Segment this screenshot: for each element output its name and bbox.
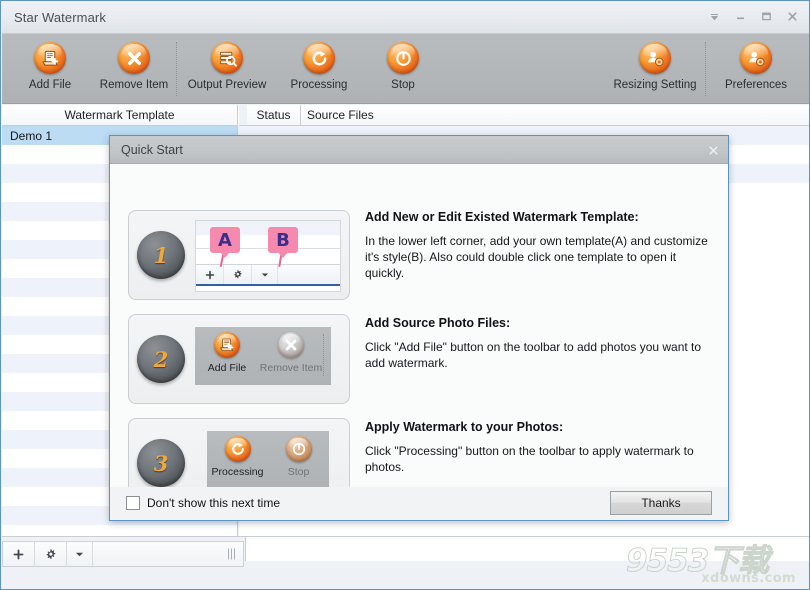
toolbar-button-preferences[interactable]: Preferences xyxy=(706,34,806,102)
stop-icon xyxy=(286,436,312,462)
output-preview-icon xyxy=(211,42,243,74)
minimize-icon[interactable] xyxy=(728,5,752,27)
illustration-stop-button: Stop xyxy=(268,436,329,488)
toolbar-button-processing[interactable]: Processing xyxy=(277,34,361,102)
illustration-filler xyxy=(278,265,340,284)
toolbar-button-stop[interactable]: Stop xyxy=(361,34,445,102)
remove-item-icon xyxy=(118,42,150,74)
toolbar-left-group: Add File Remove Item xyxy=(8,34,445,104)
dialog-titlebar[interactable]: Quick Start xyxy=(110,136,728,164)
column-header-source-files[interactable]: Source Files xyxy=(301,105,810,126)
step-heading: Add New or Edit Existed Watermark Templa… xyxy=(365,210,715,224)
illustration-add-icon xyxy=(196,265,224,284)
add-file-icon xyxy=(214,332,240,358)
illustration-add-file-button: Add File xyxy=(195,332,259,384)
step-number-badge: 1 xyxy=(137,231,185,279)
thanks-button[interactable]: Thanks xyxy=(610,491,712,515)
dont-show-checkbox[interactable] xyxy=(126,496,140,510)
column-header-status[interactable]: Status xyxy=(247,105,301,126)
dialog-title: Quick Start xyxy=(121,143,183,157)
step-2-illustration: Add File Remove Item xyxy=(195,327,331,385)
template-dropdown-button[interactable] xyxy=(67,542,93,566)
quick-start-step-1: 1 xyxy=(128,210,350,300)
illustration-remove-item-button: Remove Item xyxy=(259,332,323,384)
quick-start-dialog: Quick Start 1 xyxy=(109,135,729,521)
step-3-illustration: Processing Stop xyxy=(207,431,329,489)
illustration-chevron-down-icon xyxy=(252,265,278,284)
maximize-icon[interactable] xyxy=(754,5,778,27)
remove-item-icon xyxy=(278,332,304,358)
illustration-label: Stop xyxy=(288,466,310,478)
add-file-icon xyxy=(34,42,66,74)
illustration-label: Processing xyxy=(212,466,264,478)
toolbar-label: Remove Item xyxy=(100,79,168,91)
app-title: Star Watermark xyxy=(14,10,106,25)
close-icon[interactable] xyxy=(780,5,804,27)
app-window: Star Watermark xyxy=(0,0,810,590)
processing-icon xyxy=(225,436,251,462)
dialog-footer: Don't show this next time Thanks xyxy=(110,487,728,520)
toolbar-button-add-file[interactable]: Add File xyxy=(8,34,92,102)
toolbar-button-resizing-setting[interactable]: Resizing Setting xyxy=(605,34,705,102)
step-number-badge: 2 xyxy=(137,335,185,383)
header-gap xyxy=(239,105,247,126)
toolbar-button-remove-item[interactable]: Remove Item xyxy=(92,34,176,102)
list-item[interactable] xyxy=(2,525,237,536)
step-2-description: Add Source Photo Files: Click "Add File"… xyxy=(365,316,715,371)
callout-a: A xyxy=(210,227,240,253)
step-body: Click "Add File" button on the toolbar t… xyxy=(365,339,715,371)
bottom-bar: 9553下载 xdowns.com xyxy=(2,536,810,590)
toolbar-label: Add File xyxy=(29,79,71,91)
dialog-close-icon[interactable] xyxy=(702,140,724,160)
mini-toolbar-filler xyxy=(93,542,243,566)
toolbar-label: Stop xyxy=(391,79,415,91)
quick-start-step-2: 2 Add File xyxy=(128,314,350,404)
column-header-watermark-template[interactable]: Watermark Template xyxy=(2,105,238,126)
illustration-label: Add File xyxy=(208,362,247,374)
watermark-sub-text: xdowns.com xyxy=(701,571,796,586)
step-1-description: Add New or Edit Existed Watermark Templa… xyxy=(365,210,715,281)
bottom-right-area xyxy=(245,537,810,561)
dialog-body: 1 xyxy=(110,164,728,489)
toolbar-right-group: Resizing Setting Preferences xyxy=(605,34,806,104)
dont-show-checkbox-row[interactable]: Don't show this next time xyxy=(126,496,280,510)
step-1-illustration: A B xyxy=(195,220,341,292)
dont-show-label: Don't show this next time xyxy=(147,496,280,510)
resize-grip-icon[interactable] xyxy=(228,549,235,560)
step-number-badge: 3 xyxy=(137,439,185,487)
illustration-label: Remove Item xyxy=(260,362,322,374)
resizing-setting-icon xyxy=(639,42,671,74)
window-controls xyxy=(702,5,804,27)
column-header-strip: Watermark Template Status Source Files xyxy=(2,105,810,126)
step-3-description: Apply Watermark to your Photos: Click "P… xyxy=(365,420,715,475)
step-heading: Add Source Photo Files: xyxy=(365,316,715,330)
titlebar: Star Watermark xyxy=(2,2,810,34)
dropdown-arrow-icon[interactable] xyxy=(702,5,726,27)
callout-b: B xyxy=(268,227,298,253)
illustration-gear-icon xyxy=(224,265,252,284)
step-body: In the lower left corner, add your own t… xyxy=(365,233,715,281)
toolbar-label: Output Preview xyxy=(188,79,267,91)
processing-icon xyxy=(303,42,335,74)
illustration-separator xyxy=(323,334,324,376)
toolbar-button-output-preview[interactable]: Output Preview xyxy=(177,34,277,102)
toolbar-label: Preferences xyxy=(725,79,787,91)
illustration-mini-toolbar xyxy=(196,265,340,286)
preferences-icon xyxy=(740,42,772,74)
stop-icon xyxy=(387,42,419,74)
illustration-processing-button: Processing xyxy=(207,436,268,488)
step-body: Click "Processing" button on the toolbar… xyxy=(365,443,715,475)
toolbar-label: Processing xyxy=(291,79,348,91)
toolbar-label: Resizing Setting xyxy=(613,79,696,91)
template-mini-toolbar xyxy=(2,541,244,567)
template-settings-gear-icon[interactable] xyxy=(35,542,67,566)
step-heading: Apply Watermark to your Photos: xyxy=(365,420,715,434)
main-toolbar: Add File Remove Item xyxy=(2,34,810,104)
add-template-button[interactable] xyxy=(3,542,35,566)
